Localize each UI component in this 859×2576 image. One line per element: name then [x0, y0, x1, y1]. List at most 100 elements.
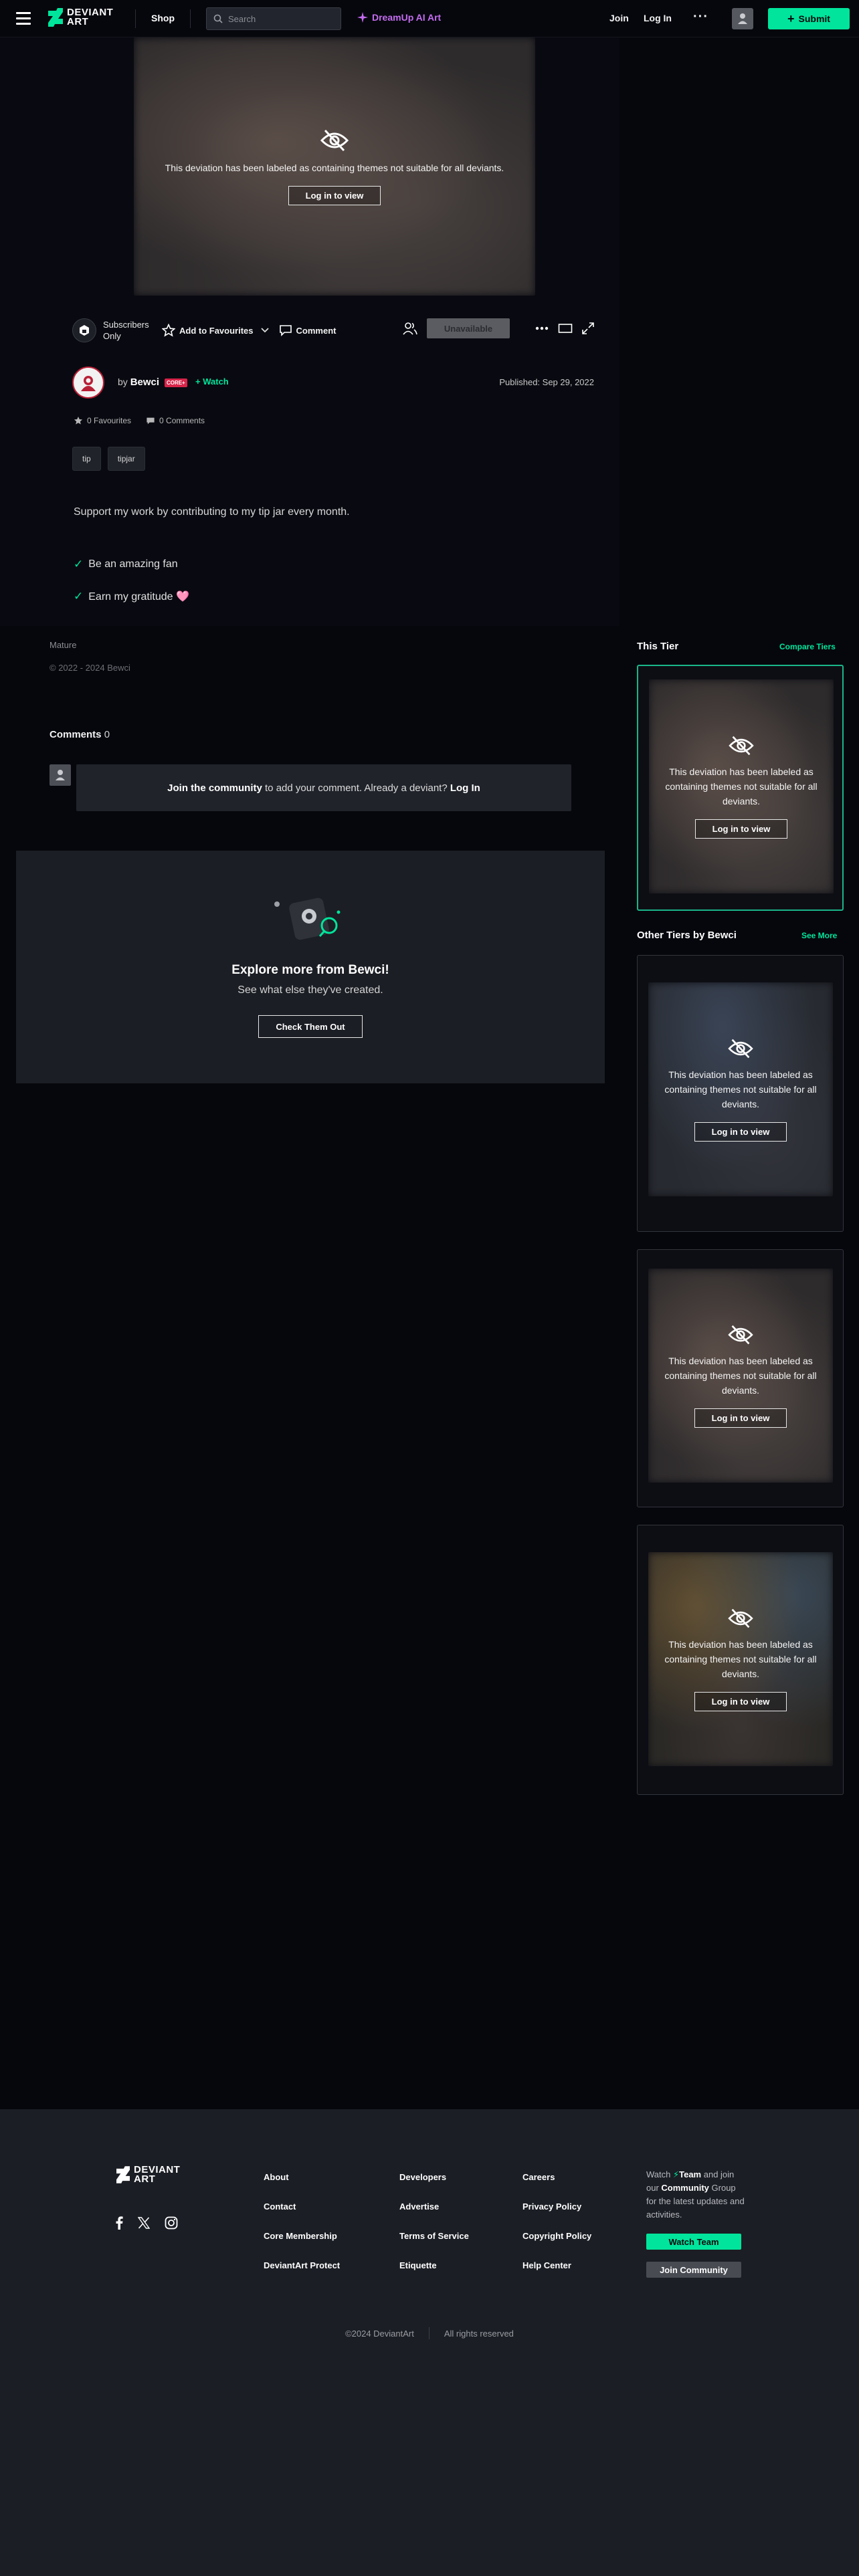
- login-to-view-button[interactable]: Log in to view: [288, 185, 381, 205]
- core-badge: CORE+: [164, 378, 187, 387]
- chevron-down-icon[interactable]: [260, 327, 270, 334]
- menu-icon[interactable]: [16, 12, 31, 25]
- dreamup-link[interactable]: DreamUp AI Art: [357, 12, 441, 23]
- lock-badge-icon: [72, 318, 96, 342]
- tier-preview: This deviation has been labeled as conta…: [648, 982, 833, 1196]
- footer-link-core-membership[interactable]: Core Membership: [264, 2231, 337, 2241]
- social-links: [115, 2216, 178, 2230]
- mature-overlay: This deviation has been labeled as conta…: [134, 37, 535, 296]
- check-icon: ✓: [74, 558, 84, 570]
- mature-message: This deviation has been labeled as conta…: [665, 766, 818, 807]
- comment-button[interactable]: Comment: [279, 324, 336, 336]
- group-users-icon[interactable]: [403, 322, 417, 335]
- by-label: by: [118, 377, 128, 387]
- comment-login-link[interactable]: Log In: [450, 782, 480, 794]
- other-tier-card[interactable]: This deviation has been labeled as conta…: [637, 955, 844, 1232]
- mature-overlay: This deviation has been labeled as conta…: [648, 1269, 833, 1483]
- x-twitter-icon[interactable]: [138, 2217, 150, 2229]
- submit-button[interactable]: + Submit: [768, 8, 850, 29]
- footer-logo[interactable]: DEVIANT ART: [116, 2165, 180, 2184]
- header-divider: [190, 9, 191, 28]
- footer-link-etiquette[interactable]: Etiquette: [399, 2260, 437, 2270]
- footer-link-careers[interactable]: Careers: [522, 2172, 555, 2182]
- join-community-button[interactable]: Join Community: [646, 2262, 741, 2278]
- tier-preview: This deviation has been labeled as conta…: [648, 1269, 833, 1483]
- logo-text-art: ART: [134, 2173, 156, 2185]
- facebook-icon[interactable]: [115, 2216, 123, 2230]
- check-them-out-button[interactable]: Check Them Out: [258, 1015, 363, 1038]
- deviantart-logo[interactable]: DEVIANT ART: [48, 7, 113, 27]
- deviation-stats: 0 Favourites 0 Comments: [74, 416, 205, 425]
- unavailable-button[interactable]: Unavailable: [427, 318, 510, 338]
- tag-chip[interactable]: tipjar: [107, 447, 145, 471]
- mature-label[interactable]: Mature: [50, 640, 76, 650]
- team-link[interactable]: Team: [679, 2169, 701, 2179]
- author-name-link[interactable]: Bewci: [130, 377, 159, 388]
- footer-rights: All rights reserved: [444, 2328, 514, 2339]
- login-to-view-button[interactable]: Log in to view: [695, 819, 787, 839]
- explore-subtitle: See what else they've created.: [237, 984, 383, 996]
- comment-login-prompt[interactable]: Join the community to add your comment. …: [76, 764, 571, 811]
- star-icon: [74, 417, 83, 425]
- community-link[interactable]: Community: [661, 2183, 709, 2193]
- other-tiers-heading: Other Tiers by Bewci: [637, 930, 737, 941]
- gallery-illustration-icon: [274, 897, 341, 940]
- login-to-view-button[interactable]: Log in to view: [694, 1691, 787, 1711]
- watch-button[interactable]: + Watch: [195, 377, 229, 387]
- add-to-favourites-button[interactable]: Add to Favourites: [162, 324, 254, 337]
- default-user-icon: [738, 13, 747, 24]
- login-to-view-button[interactable]: Log in to view: [694, 1408, 787, 1428]
- mature-overlay: This deviation has been labeled as conta…: [649, 679, 834, 893]
- fullscreen-icon[interactable]: [582, 322, 594, 334]
- watch-label: Watch: [203, 377, 229, 387]
- subscribers-only-badge: Subscribers Only: [72, 318, 157, 342]
- footer-link-contact[interactable]: Contact: [264, 2202, 296, 2212]
- other-tier-card[interactable]: This deviation has been labeled as conta…: [637, 1525, 844, 1795]
- deviantart-logo-icon: [116, 2166, 130, 2183]
- footer-link-developers[interactable]: Developers: [399, 2172, 446, 2182]
- login-to-view-button[interactable]: Log in to view: [694, 1121, 787, 1142]
- join-link[interactable]: Join: [609, 13, 629, 23]
- footer-bottom: ©2024 DeviantArt All rights reserved: [0, 2327, 859, 2339]
- add-to-favourites-label: Add to Favourites: [179, 325, 254, 336]
- theater-mode-icon[interactable]: [558, 323, 573, 334]
- author-avatar[interactable]: [72, 366, 104, 399]
- tag-list: tip tipjar: [72, 447, 145, 471]
- perk-label: Be an amazing fan: [88, 558, 178, 570]
- comments-stat: 0 Comments: [146, 416, 205, 425]
- mature-overlay: This deviation has been labeled as conta…: [648, 982, 833, 1196]
- more-menu-icon[interactable]: ···: [693, 9, 708, 25]
- favourites-stat: 0 Favourites: [74, 416, 131, 425]
- deviation-image: This deviation has been labeled as conta…: [134, 37, 535, 296]
- footer-link-protect[interactable]: DeviantArt Protect: [264, 2260, 340, 2270]
- tag-chip[interactable]: tip: [72, 447, 101, 471]
- author-avatar-image: [81, 376, 96, 391]
- instagram-icon[interactable]: [165, 2216, 178, 2230]
- search-input[interactable]: [228, 13, 335, 24]
- footer-link-terms[interactable]: Terms of Service: [399, 2231, 469, 2241]
- footer-link-about[interactable]: About: [264, 2172, 289, 2182]
- search-icon: [213, 14, 223, 23]
- login-link[interactable]: Log In: [644, 13, 672, 23]
- comment-prompt-text: to add your comment. Already a deviant?: [262, 782, 450, 794]
- more-options-icon[interactable]: [535, 326, 549, 330]
- explore-title: Explore more from Bewci!: [231, 963, 389, 977]
- compare-tiers-link[interactable]: Compare Tiers: [779, 642, 836, 651]
- other-tier-card[interactable]: This deviation has been labeled as conta…: [637, 1249, 844, 1507]
- comments-heading-count: 0: [104, 729, 110, 740]
- tier-preview: This deviation has been labeled as conta…: [649, 679, 834, 893]
- search-box[interactable]: [206, 7, 341, 30]
- user-avatar[interactable]: [732, 8, 753, 29]
- default-user-icon: [56, 770, 65, 780]
- subscribers-only-label: Subscribers Only: [103, 320, 149, 341]
- footer-link-advertise[interactable]: Advertise: [399, 2202, 439, 2212]
- current-tier-card[interactable]: This deviation has been labeled as conta…: [637, 665, 844, 911]
- footer-link-help[interactable]: Help Center: [522, 2260, 571, 2270]
- footer-link-privacy[interactable]: Privacy Policy: [522, 2202, 581, 2212]
- see-more-link[interactable]: See More: [801, 931, 837, 940]
- footer-link-copyright[interactable]: Copyright Policy: [522, 2231, 591, 2241]
- eye-slash-icon: [728, 1608, 753, 1628]
- join-community-link[interactable]: Join the community: [167, 782, 262, 794]
- shop-link[interactable]: Shop: [151, 13, 175, 23]
- watch-team-button[interactable]: Watch Team: [646, 2234, 741, 2250]
